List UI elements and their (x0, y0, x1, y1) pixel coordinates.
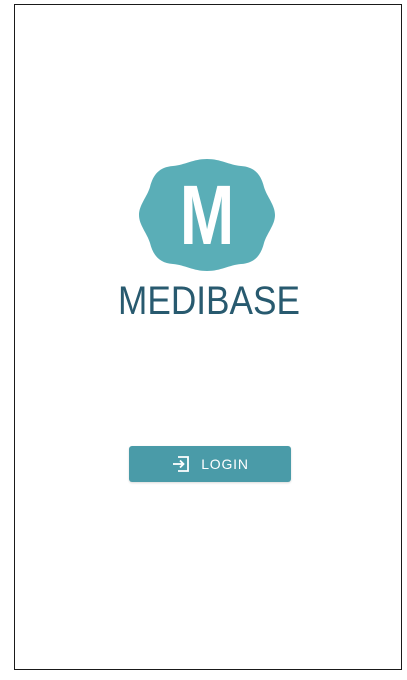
app-screen: M MEDIBASE LOGIN (14, 4, 402, 670)
login-icon (171, 455, 191, 473)
brand-name: MEDIBASE (118, 279, 300, 323)
badge-logo: M (137, 157, 277, 273)
badge-letter: M (179, 168, 235, 262)
login-button[interactable]: LOGIN (129, 446, 291, 482)
login-label: LOGIN (201, 456, 249, 472)
